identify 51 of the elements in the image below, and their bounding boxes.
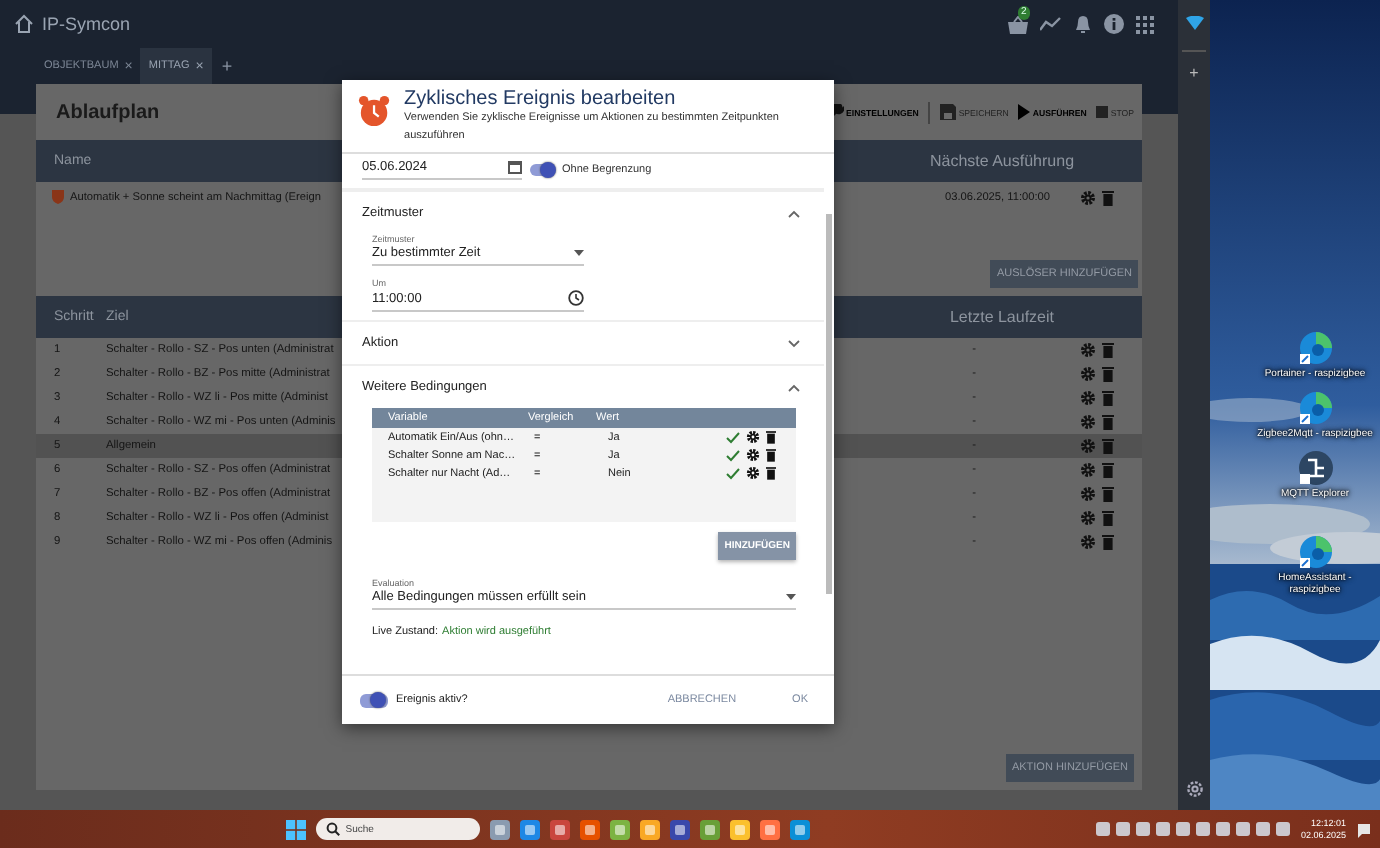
taskbar-app-icon[interactable]: [639, 819, 660, 839]
column-header: Nächste Ausführung: [927, 152, 1077, 170]
taskbar-app-icon[interactable]: [519, 819, 540, 839]
save-icon: [940, 104, 957, 120]
trash-icon[interactable]: [766, 448, 776, 462]
toggle-switch[interactable]: [530, 163, 554, 175]
start-icon[interactable]: [285, 819, 306, 839]
taskbar-app-icon[interactable]: [759, 819, 780, 839]
browser-shortcut-icon[interactable]: [1297, 390, 1333, 426]
alarm-clock-icon: [358, 94, 391, 128]
scrollbar-thumb[interactable]: [826, 214, 832, 594]
info-icon[interactable]: [1104, 14, 1124, 34]
chevron-down-icon: [788, 339, 800, 347]
trash-icon[interactable]: [766, 466, 776, 480]
new-tab-button[interactable]: +: [211, 48, 243, 84]
taskbar-app-icon[interactable]: [789, 819, 810, 839]
stop-icon: [1096, 106, 1109, 118]
add-button[interactable]: +: [1189, 64, 1199, 82]
calendar-icon: [508, 160, 522, 174]
network-shortcut-icon[interactable]: [1297, 450, 1333, 486]
trash-icon[interactable]: [766, 430, 776, 444]
browser-shortcut-icon[interactable]: [1297, 534, 1333, 570]
basket-icon[interactable]: [1008, 15, 1028, 33]
play-icon: [1018, 104, 1031, 120]
taskbar-app-icon[interactable]: [549, 819, 570, 839]
chevron-up-icon: [788, 383, 800, 391]
shield-icon: [52, 190, 64, 204]
taskbar-app-icon[interactable]: [609, 819, 630, 839]
bell-icon[interactable]: [1074, 14, 1092, 34]
wifi-icon[interactable]: [1185, 16, 1203, 30]
apps-grid-icon[interactable]: [1136, 15, 1154, 33]
app-title: IP-Symcon: [42, 14, 131, 34]
taskbar-app-icon[interactable]: [489, 819, 510, 839]
browser-shortcut-icon[interactable]: [1297, 330, 1333, 366]
chart-icon[interactable]: [1040, 16, 1062, 32]
taskbar-app-icon[interactable]: [729, 819, 750, 839]
taskbar-app-icon[interactable]: [669, 819, 690, 839]
home-icon[interactable]: [14, 14, 34, 34]
caret-icon: [786, 594, 796, 600]
chevron-up-icon: [788, 209, 800, 217]
caret-icon: [574, 250, 584, 256]
dialog-title: Zyklisches Ereignis bearbeiten: [404, 88, 678, 110]
search-icon: [325, 822, 340, 836]
toggle-switch[interactable]: [360, 693, 388, 707]
column-header: Letzte Laufzeit: [947, 308, 1057, 326]
taskbar-app-icon[interactable]: [579, 819, 600, 839]
page-title: Ablaufplan: [56, 101, 160, 123]
clock-icon: [568, 290, 584, 306]
taskbar-app-icon[interactable]: [699, 819, 720, 839]
settings-icon[interactable]: [1185, 780, 1203, 798]
notification-icon[interactable]: [1356, 821, 1372, 837]
